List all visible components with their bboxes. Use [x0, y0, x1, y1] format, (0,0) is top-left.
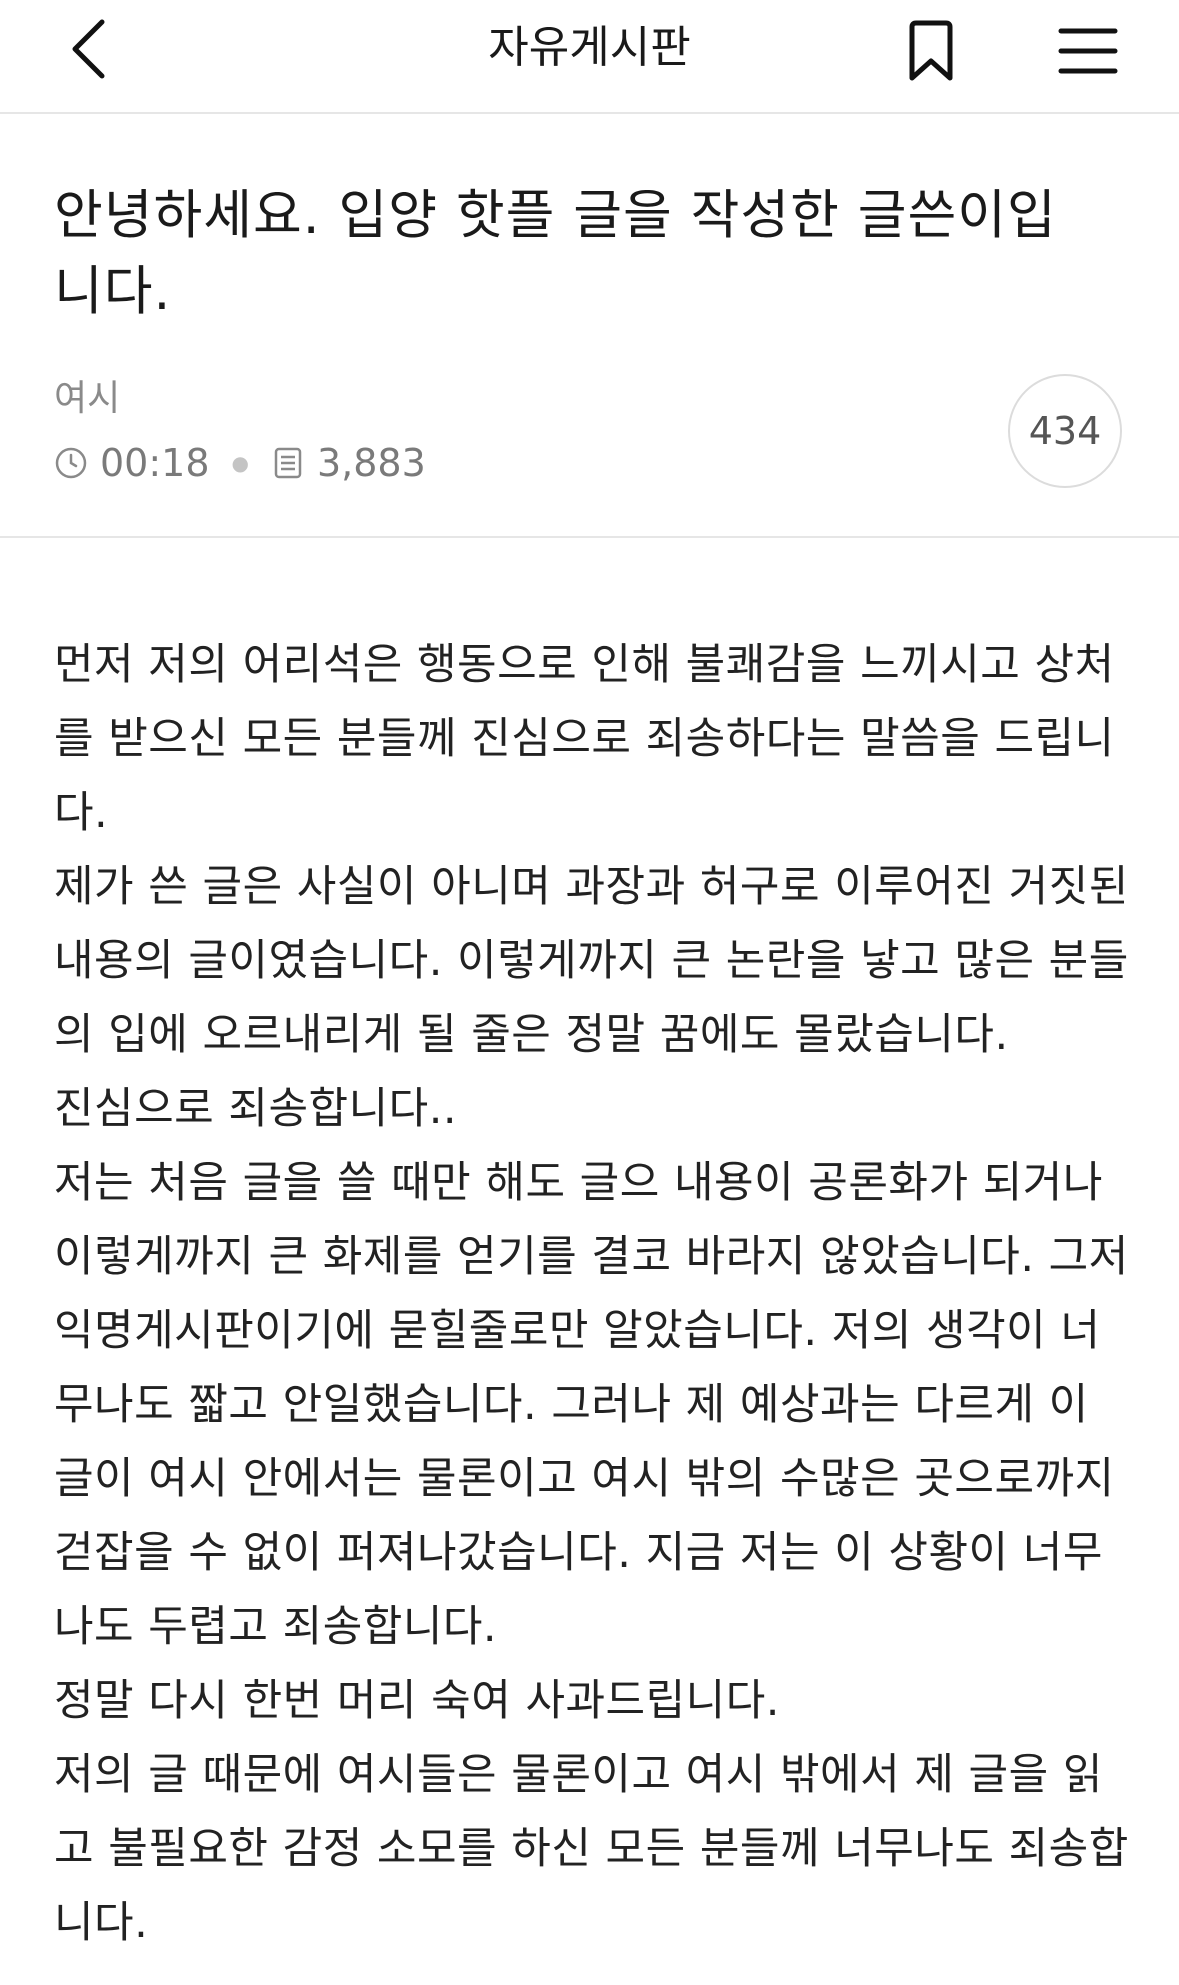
- top-navigation-bar: 자유게시판: [0, 0, 1179, 114]
- post-title: 안녕하세요. 입양 핫플 글을 작성한 글쓴이입니다.: [54, 185, 1057, 322]
- divider: [0, 536, 1179, 538]
- back-button[interactable]: [58, 14, 118, 84]
- bookmark-icon: [909, 20, 953, 81]
- board-title: 자유게시판: [488, 22, 691, 73]
- post-meta: 00:18 ● 3,883: [54, 440, 426, 486]
- body-paragraph: 정말 다시 한번 머리 숙여 사과드립니다.: [54, 1676, 780, 1726]
- menu-button[interactable]: [1050, 16, 1126, 86]
- post-time: 00:18: [100, 441, 210, 485]
- hamburger-menu-icon: [1058, 28, 1118, 74]
- chevron-left-icon: [72, 19, 105, 79]
- body-paragraph: 먼저 저의 어리석은 행동으로 인해 불쾌감을 느끼시고 상처를 받으신 모든 …: [54, 640, 1115, 838]
- body-paragraph: 저는 처음 글을 쓸 때만 해도 글으 내용이 공론화가 되거나 이렇게까지 큰…: [54, 1158, 1129, 1652]
- post-body: 먼저 저의 어리석은 행동으로 인해 불쾌감을 느끼시고 상처를 받으신 모든 …: [54, 628, 1134, 1960]
- document-icon: [271, 446, 305, 480]
- view-count: 3,883: [316, 441, 426, 485]
- author-name[interactable]: 여시: [54, 376, 120, 422]
- body-paragraph: 제가 쓴 글은 사실이 아니며 과장과 허구로 이루어진 거짓된 내용의 글이였…: [54, 862, 1129, 1060]
- body-paragraph: 저의 글 때문에 여시들은 물론이고 여시 밖에서 제 글을 읽고 불필요한 감…: [54, 1750, 1129, 1948]
- clock-icon: [54, 446, 88, 480]
- comment-count-button[interactable]: 434: [1008, 374, 1122, 488]
- body-paragraph: 진심으로 죄송합니다..: [54, 1084, 458, 1134]
- bookmark-button[interactable]: [896, 16, 966, 86]
- separator-dot: ●: [231, 451, 249, 475]
